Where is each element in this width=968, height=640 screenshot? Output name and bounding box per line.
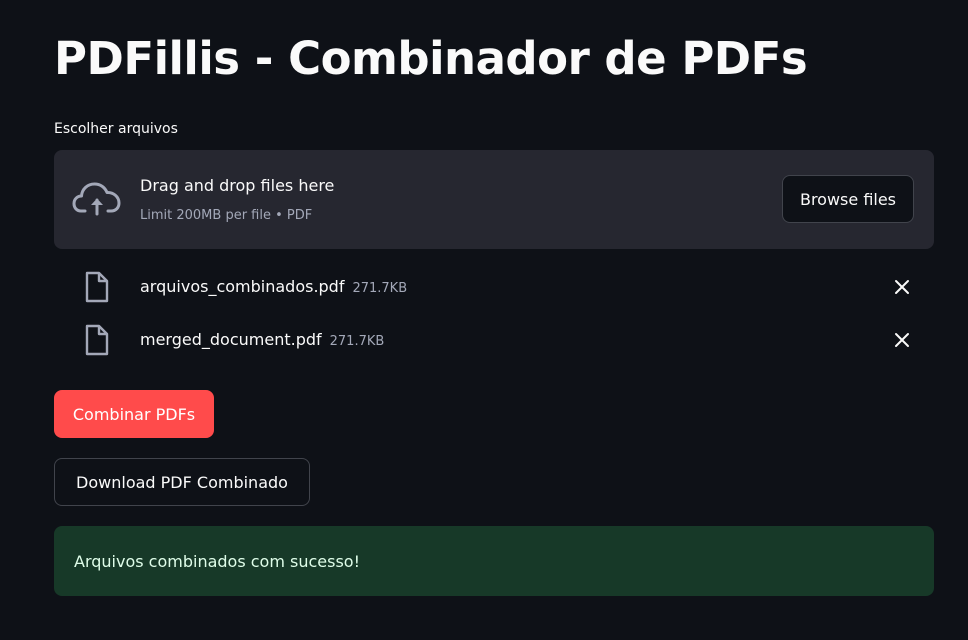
- download-pdf-button[interactable]: Download PDF Combinado: [54, 458, 310, 506]
- app-page: PDFillis - Combinador de PDFs Escolher a…: [0, 0, 968, 640]
- uploaded-file-row: merged_document.pdf 271.7KB: [54, 320, 934, 360]
- combine-pdfs-button[interactable]: Combinar PDFs: [54, 390, 214, 438]
- file-icon: [85, 324, 109, 356]
- success-message: Arquivos combinados com sucesso!: [74, 551, 360, 571]
- file-dropzone[interactable]: Drag and drop files here Limit 200MB per…: [54, 150, 934, 249]
- dropzone-instructions: Drag and drop files here: [140, 176, 335, 195]
- file-size: 271.7KB: [329, 334, 385, 349]
- page-title: PDFillis - Combinador de PDFs: [54, 32, 808, 85]
- file-size: 271.7KB: [352, 281, 408, 296]
- cloud-upload-icon: [72, 182, 121, 216]
- close-icon[interactable]: [894, 332, 910, 348]
- browse-files-button[interactable]: Browse files: [782, 175, 914, 223]
- dropzone-limit: Limit 200MB per file • PDF: [140, 208, 313, 223]
- file-icon: [85, 271, 109, 303]
- success-alert: Arquivos combinados com sucesso!: [54, 526, 934, 596]
- uploaded-file-row: arquivos_combinados.pdf 271.7KB: [54, 267, 934, 307]
- file-name: arquivos_combinados.pdf: [140, 277, 345, 296]
- file-name: merged_document.pdf: [140, 330, 322, 349]
- close-icon[interactable]: [894, 279, 910, 295]
- uploader-label: Escolher arquivos: [54, 121, 178, 137]
